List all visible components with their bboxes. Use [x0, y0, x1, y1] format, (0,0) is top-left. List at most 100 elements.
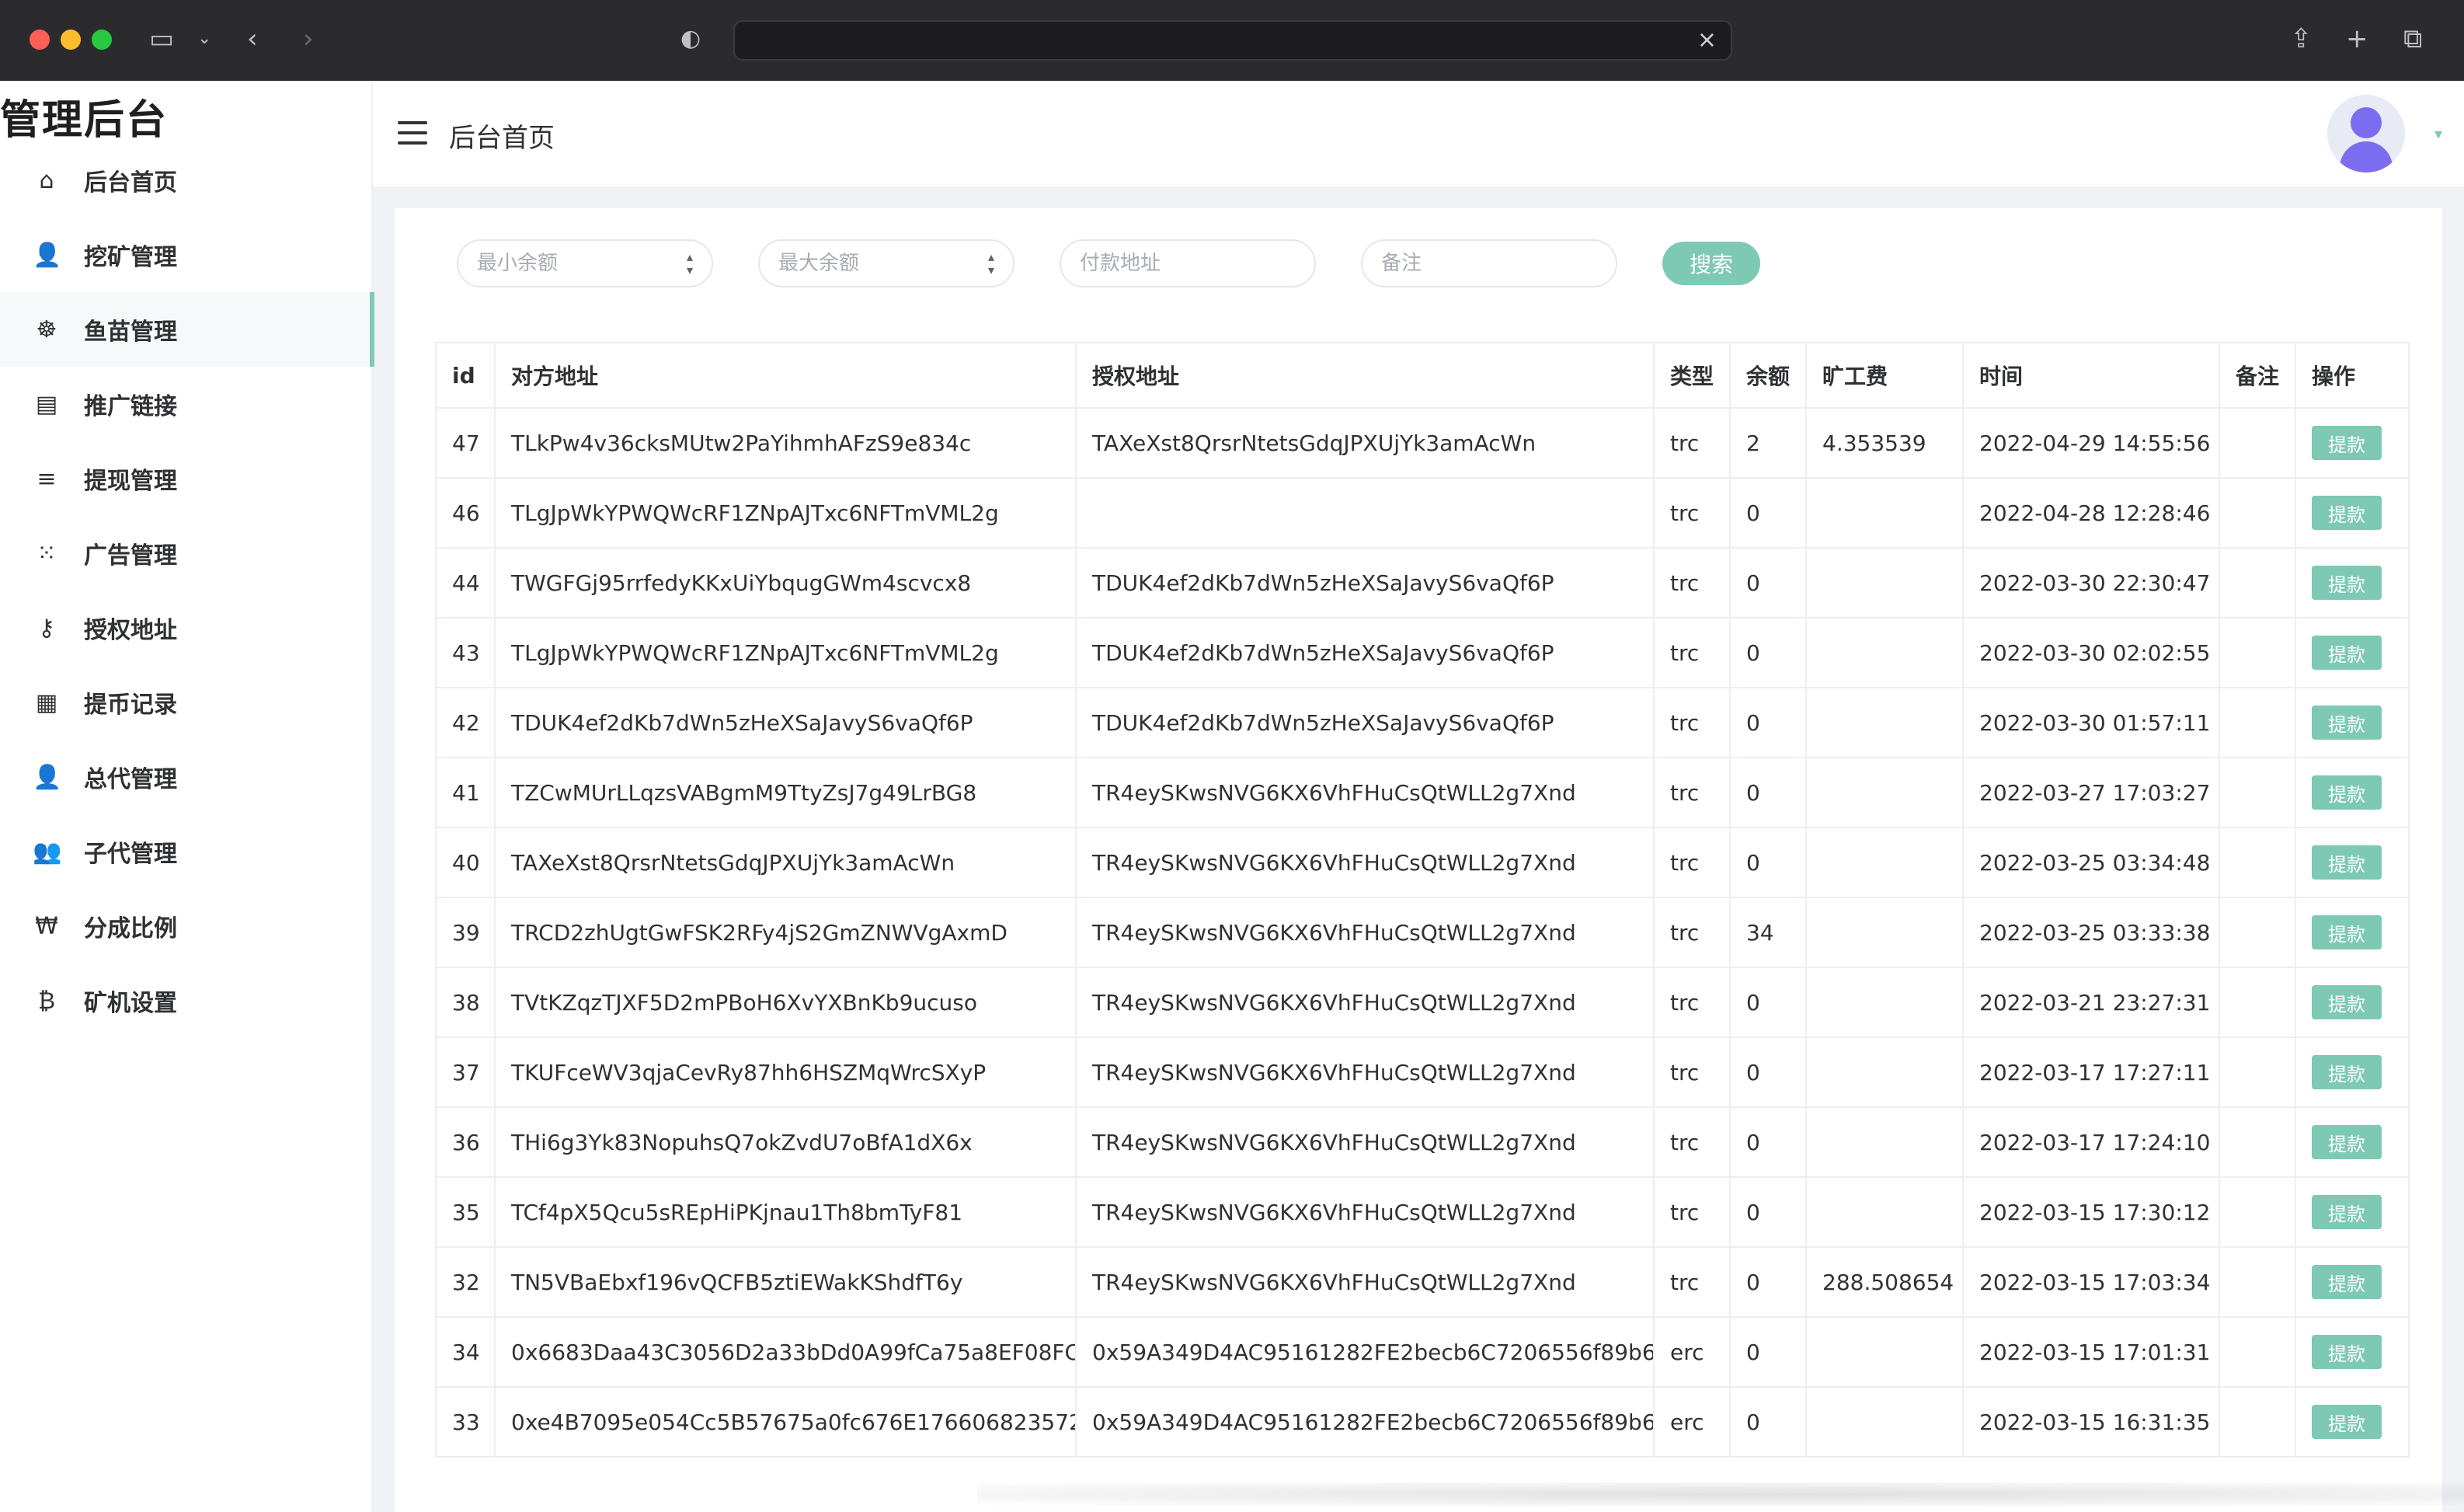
sidebar-item-label: 总代管理 — [84, 766, 177, 793]
min-balance-input[interactable] — [458, 241, 712, 286]
table-row: 44 TWGFGj95rrfedyKKxUiYbqugGWm4scvcx8 TDUK… — [435, 547, 2410, 618]
sidebar-item-sub-agents[interactable]: 👥 子代管理 — [0, 814, 373, 889]
table-cell: 43 — [435, 617, 496, 688]
table-cell: trc — [1653, 757, 1731, 828]
share-icon[interactable]: ⇪ — [2290, 23, 2313, 54]
withdraw-button[interactable]: 提款 — [2312, 705, 2382, 740]
sidebar-item-label: 广告管理 — [84, 542, 177, 570]
close-window-button[interactable] — [30, 30, 50, 50]
table-row: 47 TLkPw4v36cksMUtw2PaYihmhAFzS9e834c TAXe… — [435, 407, 2410, 479]
page-title: 后台首页 — [449, 123, 555, 154]
column-header: 对方地址 — [494, 342, 1077, 409]
stepper-icon[interactable]: ▴ ▾ — [988, 250, 994, 277]
table-cell: TZCwMUrLLqzsVABgmM9TtyZsJ7g49LrBG8 — [494, 757, 1077, 828]
search-button[interactable]: 搜索 — [1662, 242, 1760, 285]
table-cell: TRCD2zhUgtGwFSK2RFy4jS2GmZNWVgAxmD — [494, 897, 1077, 968]
table-cell: 37 — [435, 1036, 496, 1108]
remark-field[interactable] — [1361, 239, 1617, 287]
chevron-right-icon[interactable]: › — [303, 23, 314, 54]
table-cell: 4.353539 — [1805, 407, 1964, 479]
table-cell: 33 — [435, 1386, 496, 1458]
max-balance-field[interactable]: ▴▾ — [758, 239, 1014, 287]
sidebar-item-auth-address[interactable]: ⚷ 授权地址 — [0, 591, 373, 665]
bitcoin-icon: ₿ — [37, 987, 56, 1015]
max-balance-input[interactable] — [760, 241, 1013, 286]
chevron-down-icon[interactable]: ⌄ — [197, 23, 211, 54]
table-cell: 2022-03-15 17:01:31 — [1962, 1316, 2220, 1388]
withdraw-button[interactable]: 提款 — [2312, 1195, 2382, 1229]
withdraw-button[interactable]: 提款 — [2312, 566, 2382, 600]
sidebar-item-share-ratio[interactable]: ₩ 分成比例 — [0, 889, 373, 963]
filter-bar: ▴▾ ▴▾ 搜索 — [457, 238, 1760, 289]
shield-icon[interactable]: ◐ — [680, 23, 701, 54]
column-header: 余额 — [1729, 342, 1807, 409]
table-cell: 46 — [435, 477, 496, 549]
column-header: 类型 — [1653, 342, 1731, 409]
caret-down-icon[interactable]: ▾ — [2434, 124, 2442, 143]
table-cell: TCf4pX5Qcu5sREpHiPKjnau1Th8bmTyF81 — [494, 1176, 1077, 1248]
table-cell: trc — [1653, 1036, 1731, 1108]
app-logo: 管理后台 — [0, 97, 169, 144]
table-cell — [1805, 477, 1964, 549]
table-cell: 2022-03-30 01:57:11 — [1962, 687, 2220, 758]
sidebar-item-mining[interactable]: 👤 挖矿管理 — [0, 218, 373, 292]
table-cell: trc — [1653, 547, 1731, 618]
menu-toggle-icon[interactable] — [398, 121, 427, 145]
withdraw-button[interactable]: 提款 — [2312, 496, 2382, 530]
withdraw-button[interactable]: 提款 — [2312, 1055, 2382, 1089]
table-cell: TN5VBaEbxf196vQCFB5ztiEWakKShdfT6y — [494, 1246, 1077, 1318]
table-cell: 288.508654 — [1805, 1246, 1964, 1318]
table-cell-action: 提款 — [2295, 967, 2410, 1038]
withdraw-button[interactable]: 提款 — [2312, 1125, 2382, 1159]
min-balance-field[interactable]: ▴▾ — [457, 239, 713, 287]
withdraw-button[interactable]: 提款 — [2312, 636, 2382, 670]
table-cell: 0 — [1729, 687, 1807, 758]
zoom-window-button[interactable] — [92, 30, 112, 50]
pay-address-input[interactable] — [1061, 241, 1314, 286]
table-cell: TWGFGj95rrfedyKKxUiYbqugGWm4scvcx8 — [494, 547, 1077, 618]
table-header-row: id 对方地址 授权地址 类型 余额 旷工费 时间 备注 操作 — [435, 342, 2410, 409]
withdraw-button[interactable]: 提款 — [2312, 775, 2382, 810]
table-cell: TR4eySKwsNVG6KX6VhFHuCsQtWLL2g7Xnd — [1075, 827, 1655, 898]
sidebar-item-fish[interactable]: ☸ 鱼苗管理 — [0, 292, 374, 367]
withdraw-button[interactable]: 提款 — [2312, 845, 2382, 880]
minimize-window-button[interactable] — [61, 30, 81, 50]
withdraw-button[interactable]: 提款 — [2312, 915, 2382, 949]
withdraw-button[interactable]: 提款 — [2312, 985, 2382, 1019]
table-cell: 0 — [1729, 477, 1807, 549]
sidebar-item-coin-records[interactable]: ▦ 提币记录 — [0, 665, 373, 740]
plus-icon[interactable]: + — [2346, 23, 2368, 54]
withdraw-button[interactable]: 提款 — [2312, 1405, 2382, 1439]
table-cell: TDUK4ef2dKb7dWn5zHeXSaJavyS6vaQf6P — [494, 687, 1077, 758]
sidebar-item-miner-settings[interactable]: ₿ 矿机设置 — [0, 963, 373, 1038]
address-bar[interactable]: × — [733, 20, 1732, 61]
table-cell — [1805, 1036, 1964, 1108]
table-row: 40 TAXeXst8QrsrNtetsGdqJPXUjYk3amAcWn TR4e… — [435, 827, 2410, 898]
sidebar-item-ads[interactable]: ⁙ 广告管理 — [0, 516, 373, 591]
sidebar-item-dashboard[interactable]: ⌂ 后台首页 — [0, 143, 373, 218]
clear-url-icon[interactable]: × — [1697, 26, 1717, 54]
table-cell: 2022-04-29 14:55:56 — [1962, 407, 2220, 479]
table-cell: TDUK4ef2dKb7dWn5zHeXSaJavyS6vaQf6P — [1075, 617, 1655, 688]
pay-address-field[interactable] — [1060, 239, 1316, 287]
table-cell: 2 — [1729, 407, 1807, 479]
table-row: 46 TLgJpWkYPWQWcRF1ZNpAJTxc6NFTmVML2g trc 0… — [435, 477, 2410, 549]
remark-input[interactable] — [1363, 241, 1616, 286]
withdraw-button[interactable]: 提款 — [2312, 426, 2382, 460]
table-cell-action: 提款 — [2295, 547, 2410, 618]
avatar[interactable] — [2327, 95, 2405, 172]
table-cell — [2219, 1176, 2296, 1248]
user-icon: 👤 — [33, 763, 62, 791]
chevron-left-icon[interactable]: ‹ — [247, 23, 258, 54]
sidebar-toggle-icon[interactable]: ▭ — [149, 23, 174, 54]
table-cell: 2022-03-15 17:03:34 — [1962, 1246, 2220, 1318]
withdraw-button[interactable]: 提款 — [2312, 1335, 2382, 1369]
table-cell: 0 — [1729, 967, 1807, 1038]
sidebar-item-general-agents[interactable]: 👤 总代管理 — [0, 740, 373, 814]
tabs-icon[interactable]: ⧉ — [2403, 23, 2422, 54]
sidebar-item-promo-links[interactable]: ▤ 推广链接 — [0, 367, 373, 441]
table-cell — [1805, 1316, 1964, 1388]
withdraw-button[interactable]: 提款 — [2312, 1265, 2382, 1299]
sidebar-item-withdrawals[interactable]: ≡ 提现管理 — [0, 441, 373, 516]
stepper-icon[interactable]: ▴ ▾ — [687, 250, 693, 277]
